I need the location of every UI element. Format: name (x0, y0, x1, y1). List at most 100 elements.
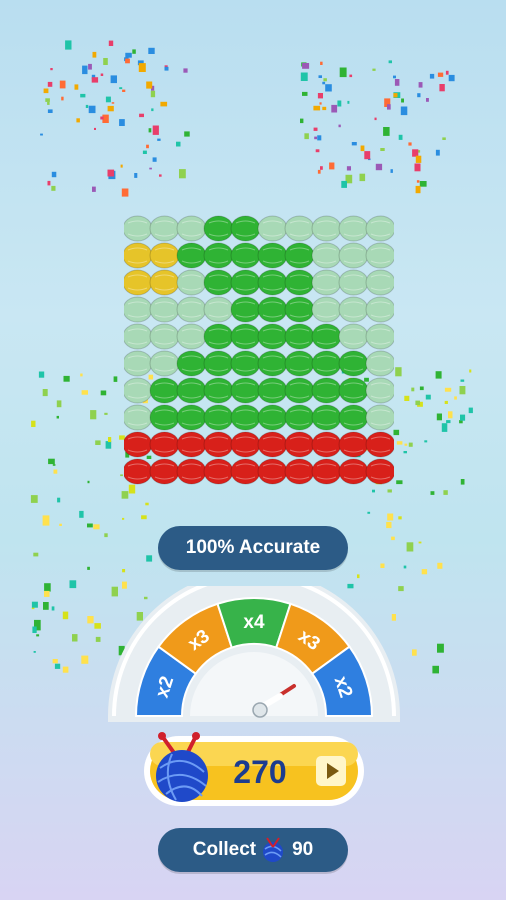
confetti-piece (80, 93, 86, 98)
confetti-piece (36, 634, 40, 637)
confetti-piece (339, 67, 347, 78)
confetti-piece (408, 442, 413, 447)
confetti-piece (418, 82, 423, 88)
confetti-piece (368, 158, 371, 161)
confetti-piece (437, 562, 443, 569)
confetti-piece (137, 60, 144, 66)
knit-stitch (124, 296, 153, 323)
knit-stitch (149, 350, 180, 377)
confetti-piece (349, 74, 353, 78)
blue-yarn-ball-icon (263, 837, 284, 862)
confetti-piece (92, 186, 96, 192)
confetti-piece (437, 643, 444, 653)
confetti-piece (62, 666, 69, 673)
knit-stitch (311, 323, 342, 350)
knit-stitch (284, 269, 315, 296)
confetti-piece (53, 469, 58, 474)
confetti-piece (380, 563, 385, 568)
confetti-piece (30, 495, 38, 503)
confetti-piece (393, 75, 396, 79)
confetti-piece (360, 145, 365, 152)
confetti-piece (404, 443, 408, 446)
confetti-piece (107, 169, 115, 177)
knit-stitch (176, 269, 207, 296)
knit-stitch (203, 215, 234, 242)
confetti-piece (390, 169, 393, 173)
confetti-piece (141, 515, 147, 520)
knit-stitch (203, 242, 234, 269)
knit-stitch (124, 323, 153, 350)
confetti-piece (51, 171, 57, 178)
knit-stitch (176, 404, 207, 431)
confetti-piece (341, 180, 347, 188)
knit-stitch (176, 431, 207, 458)
knit-stitch (230, 404, 261, 431)
confetti-piece (415, 155, 422, 163)
knit-stitch (203, 377, 234, 404)
confetti-piece (90, 410, 97, 420)
confetti-piece (51, 185, 56, 191)
confetti-piece (88, 105, 96, 114)
knit-stitch (338, 269, 369, 296)
knit-stitch (176, 458, 207, 485)
confetti-piece (183, 68, 188, 73)
knit-stitch (124, 404, 153, 431)
confetti-piece (164, 65, 168, 68)
confetti-piece (54, 663, 61, 669)
confetti-piece (102, 114, 109, 123)
knit-stitch (338, 215, 369, 242)
knit-stitch (284, 296, 315, 323)
knit-stitch (203, 350, 234, 377)
confetti-piece (351, 142, 357, 146)
confetti-piece (445, 70, 449, 75)
knit-stitch (257, 242, 288, 269)
collect-button[interactable]: Collect 90 (158, 828, 348, 872)
confetti-piece (300, 118, 304, 124)
confetti-piece (393, 429, 400, 436)
confetti-piece (176, 141, 181, 147)
confetti-piece (51, 606, 55, 611)
confetti-piece (34, 619, 41, 631)
confetti-piece (87, 523, 93, 528)
knit-stitch (203, 431, 234, 458)
confetti-piece (417, 93, 421, 98)
confetti-piece (149, 167, 152, 170)
knit-stitch (230, 377, 261, 404)
confetti-piece (93, 524, 100, 530)
knit-stitch (311, 377, 342, 404)
confetti-piece (42, 515, 50, 526)
reward-button[interactable]: 270 (142, 732, 366, 810)
knit-stitch (338, 350, 369, 377)
confetti-piece (119, 119, 125, 126)
confetti-piece (63, 375, 70, 382)
confetti-piece (152, 125, 159, 135)
confetti-piece (442, 137, 446, 140)
confetti-piece (95, 440, 101, 445)
confetti-piece (121, 188, 129, 197)
confetti-piece (416, 180, 420, 183)
confetti-piece (436, 413, 442, 421)
confetti-piece (43, 88, 49, 94)
collect-label: Collect (192, 839, 257, 860)
knit-stitch (230, 269, 261, 296)
play-video-icon[interactable] (316, 756, 346, 786)
confetti-piece (124, 57, 129, 62)
confetti-piece (79, 510, 84, 518)
confetti-piece (122, 569, 126, 573)
confetti-piece (384, 98, 391, 107)
confetti-piece (151, 108, 154, 112)
confetti-piece (164, 66, 169, 71)
confetti-piece (33, 552, 39, 557)
confetti-piece (459, 386, 466, 395)
confetti-piece (320, 166, 323, 170)
confetti-piece (404, 395, 410, 401)
confetti-piece (111, 102, 115, 104)
confetti-piece (100, 390, 107, 396)
knit-stitch (365, 458, 394, 485)
knit-stitch (149, 404, 180, 431)
confetti-piece (364, 151, 371, 160)
confetti-piece (134, 173, 138, 178)
multiplier-meter: x2x3x4x3x2 (108, 586, 400, 722)
confetti-piece (145, 502, 149, 506)
confetti-piece (140, 63, 144, 68)
